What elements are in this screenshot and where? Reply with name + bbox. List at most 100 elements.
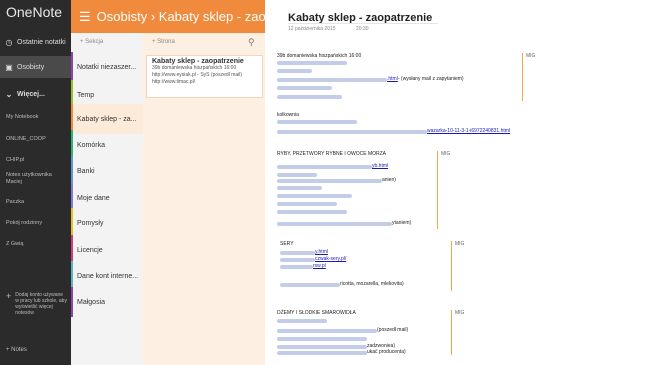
notes-label: Notes (11, 347, 27, 353)
app-title: OneNote (6, 4, 63, 20)
blurred-link (277, 202, 337, 206)
add-page-button[interactable]: + Strona (152, 39, 175, 45)
section-label: Banki (77, 167, 95, 175)
section-color-stripe (71, 52, 73, 82)
blurred-link (277, 186, 322, 190)
chevron-down-icon: ⌄ (5, 89, 13, 99)
section-color-stripe (71, 208, 73, 238)
page-title: Kabaty sklep - zaopatrzenie (152, 58, 244, 65)
blurred-link (280, 265, 313, 269)
note-heading[interactable]: RYBY, PRZETWORY RYBNE I OWOCE MORZA (277, 151, 386, 157)
note-text[interactable]: ukać producenta) (367, 349, 406, 355)
notebook-item[interactable]: Notes użytkownika Maciej (6, 172, 66, 186)
note-text[interactable]: ytaniem) (392, 220, 411, 226)
blurred-link (277, 345, 367, 349)
add-account-text: Dodaj konto używane w pracy lub szkole, … (15, 292, 67, 316)
section-label: Komórka (77, 141, 106, 149)
section-item[interactable]: Małgosia (71, 287, 143, 317)
blurred-link (277, 86, 332, 90)
blurred-link (280, 258, 315, 262)
blurred-link (277, 194, 352, 198)
tag-label: MIG (455, 241, 465, 247)
section-label: Kabaty sklep - za... (77, 115, 137, 123)
notebook-item[interactable]: Pokój rodzinny (6, 220, 42, 227)
section-label: Licencje (77, 246, 103, 254)
notebook-icon: ▣ (5, 62, 13, 72)
note-link[interactable]: wazarka-10-11-3-1-i6972240831.html (427, 128, 510, 134)
blurred-link (277, 337, 367, 341)
section-label: Temp (77, 91, 95, 99)
note-link[interactable]: y.html (315, 249, 328, 255)
add-section-label: Sekcja (85, 39, 104, 45)
tag-label: MIG (526, 53, 536, 59)
container-border (437, 151, 438, 229)
notebook-item[interactable]: Z Gwią (6, 241, 23, 248)
blurred-link (277, 120, 357, 124)
note-text[interactable]: - (wysłany mail z zapytaniem) (398, 76, 464, 82)
notebook-personal-item[interactable]: ▣ Osobisty (0, 56, 71, 78)
header-bar: ☰ Osobisty › Kabaty sklep - zao... (71, 0, 265, 33)
blurred-link (280, 251, 315, 255)
container-border (451, 241, 452, 291)
blurred-link (277, 173, 317, 177)
section-item[interactable]: Pomysły (71, 208, 143, 238)
title-underline (288, 23, 438, 24)
add-account-tip[interactable]: + Dodaj konto używane w pracy lub szkole… (6, 291, 68, 317)
notebook-item[interactable]: My Notebook (6, 114, 38, 121)
section-label: Pomysły (77, 219, 104, 227)
note-date: 12 października 2015 (288, 26, 336, 32)
section-item[interactable]: Banki (71, 156, 143, 186)
plus-icon: + (6, 291, 12, 301)
notebook-personal-label: Osobisty (17, 63, 45, 71)
notebook-item[interactable]: ONLINE_COOP (6, 136, 46, 143)
container-border (451, 310, 452, 355)
note-text[interactable]: (poszedł mail) (377, 327, 408, 333)
note-link[interactable]: rsw.pl (313, 263, 326, 269)
notebook-item[interactable]: Paczka (6, 199, 24, 206)
note-text[interactable]: 39b domaniewska hiszpańskich 16:00 (277, 53, 361, 59)
blurred-link (277, 210, 347, 214)
section-label: Dane kont interne... (77, 272, 139, 280)
page-preview-line: http://www.timac.pl/ (152, 79, 196, 85)
note-text[interactable]: kolkownia (277, 112, 299, 118)
note-link[interactable]: .html (387, 76, 398, 82)
blurred-link (277, 179, 382, 183)
clock-icon: ◷ (5, 37, 13, 47)
page-preview-line: http://www.eysiak.pl - SyS (poszedł mail… (152, 72, 243, 78)
more-notebooks-item[interactable]: ⌄ Więcej... (0, 83, 71, 105)
note-text[interactable]: anien) (382, 177, 396, 183)
section-item[interactable]: Notatki niezaszer... (71, 52, 143, 82)
tag-label: MIG (441, 151, 451, 157)
search-icon[interactable]: ⚲ (248, 37, 255, 48)
section-label: Moje dane (77, 194, 110, 202)
page-preview-line: 39b domaniewska hiszpańskich 16:00 (152, 65, 237, 71)
note-heading[interactable]: SERY (280, 241, 294, 247)
blurred-link (277, 130, 427, 134)
section-color-stripe (71, 156, 73, 186)
blurred-link (277, 61, 347, 65)
hamburger-icon[interactable]: ☰ (79, 9, 91, 25)
note-time: 20:30 (356, 26, 369, 32)
page-item-selected[interactable]: Kabaty sklep - zaopatrzenie 39b domaniew… (146, 55, 263, 98)
more-notebooks-label: Więcej... (17, 90, 45, 98)
note-link[interactable]: czwak-sery.pl/ (315, 256, 346, 262)
blurred-link (277, 222, 392, 226)
blurred-link (277, 78, 387, 82)
note-link[interactable]: yb.html (372, 163, 388, 169)
note-text[interactable]: ricotta, mozarella, mlekovita) (340, 281, 404, 287)
section-color-stripe (71, 287, 73, 317)
blurred-link (277, 69, 312, 73)
note-heading[interactable]: DŻEMY I SŁODKIE SMAROWIDŁA (277, 310, 356, 316)
section-label: Notatki niezaszer... (77, 63, 137, 71)
add-section-button[interactable]: + Sekcja (80, 39, 103, 45)
container-border (522, 53, 523, 101)
recent-notes-label: Ostatnie notatki (17, 38, 66, 46)
blurred-link (277, 351, 367, 355)
blurred-text (280, 283, 340, 287)
notes-button[interactable]: + Notes (6, 347, 27, 353)
recent-notes-item[interactable]: ◷ Ostatnie notatki (0, 31, 71, 53)
add-page-label: Strona (157, 39, 175, 45)
tag-label: MIG (455, 310, 465, 316)
breadcrumb: Osobisty › Kabaty sklep - zao... (96, 9, 265, 24)
notebook-item[interactable]: CHIP.pl (6, 157, 24, 164)
